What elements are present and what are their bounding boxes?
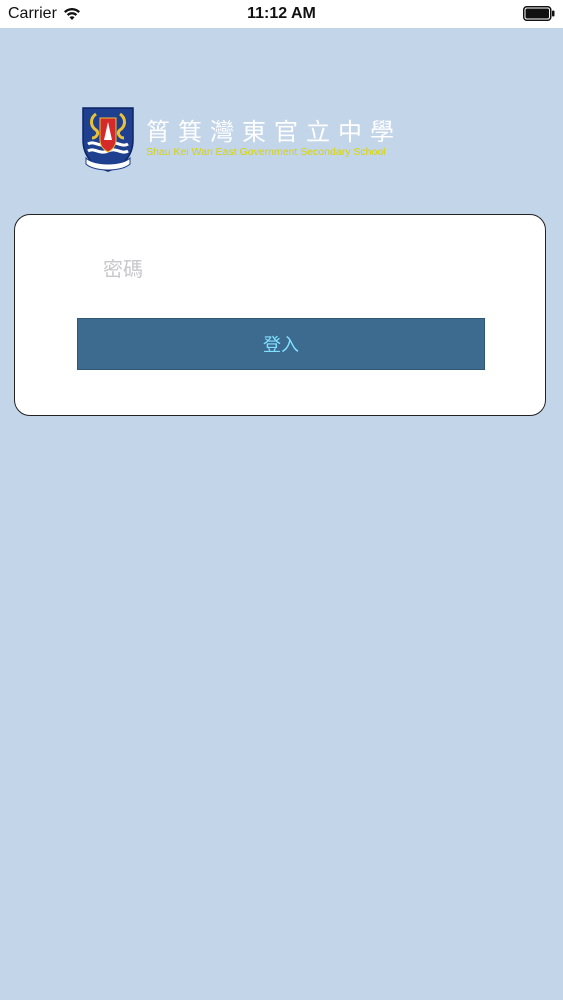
login-card: 登入 — [14, 214, 546, 416]
school-name-english: Shau Kei Wan East Government Secondary S… — [146, 146, 386, 158]
login-button[interactable]: 登入 — [77, 318, 485, 370]
school-name-chinese: 筲箕灣東官立中學 — [146, 118, 402, 146]
school-crest-icon — [82, 107, 134, 172]
status-time: 11:12 AM — [247, 5, 316, 22]
password-input[interactable] — [103, 251, 483, 287]
status-bar: Carrier 11:12 AM — [0, 0, 563, 28]
school-header: 筲箕灣東官立中學 Shau Kei Wan East Government Se… — [80, 106, 500, 176]
battery-icon — [523, 6, 555, 21]
